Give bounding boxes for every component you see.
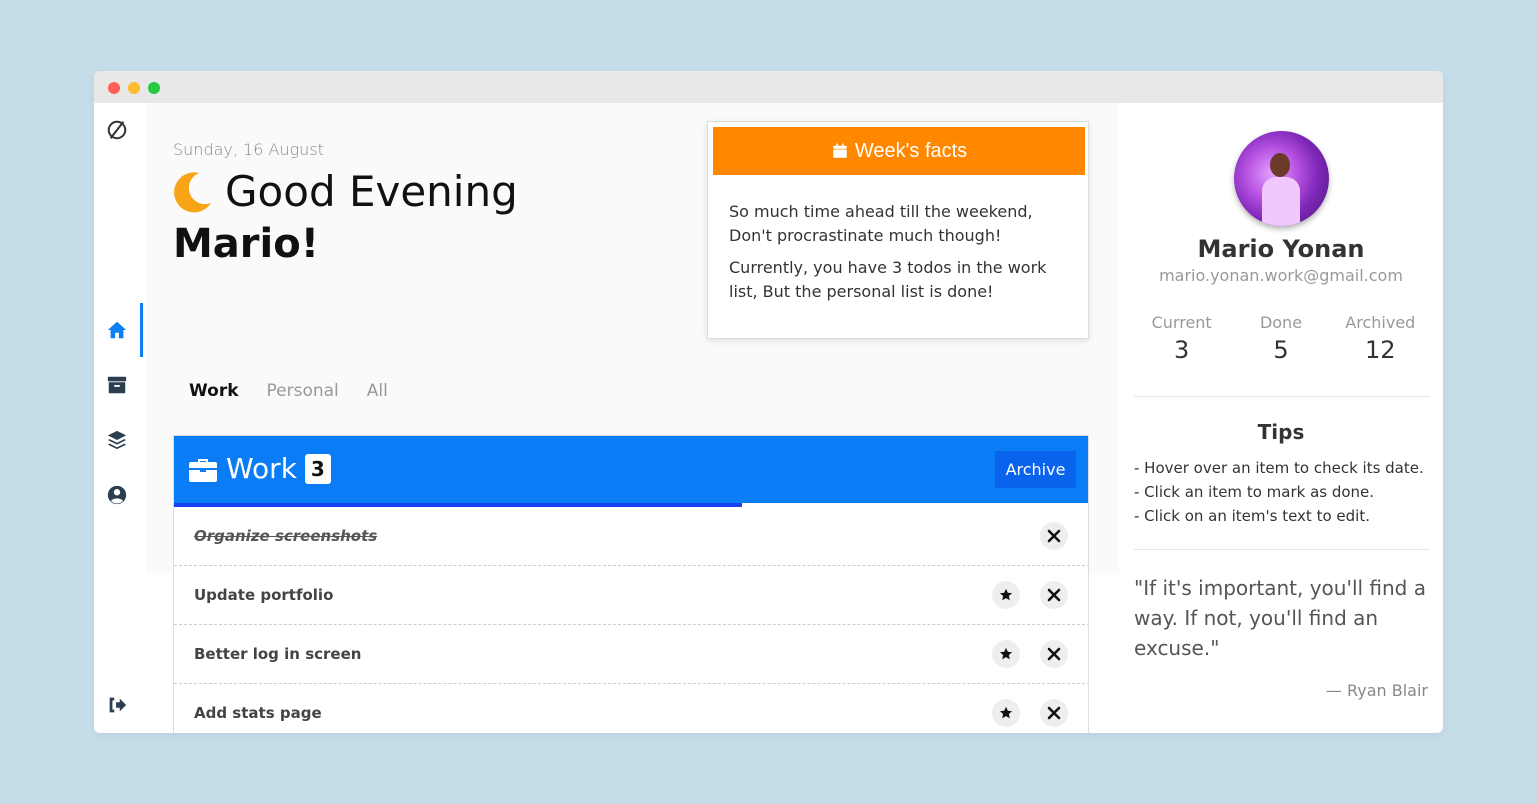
avatar[interactable] [1234, 131, 1329, 226]
todo-text[interactable]: Organize screenshots [194, 527, 377, 545]
list-tabs: Work Personal All [189, 381, 416, 401]
home-icon[interactable] [94, 303, 140, 357]
tab-work[interactable]: Work [189, 381, 239, 401]
weeks-facts-card: Week's facts So much time ahead till the… [707, 121, 1089, 339]
close-window-button[interactable] [108, 82, 120, 94]
profile-name: Mario Yonan [1197, 235, 1365, 263]
todo-row[interactable]: Update portfolio [174, 566, 1088, 625]
minimize-window-button[interactable] [128, 82, 140, 94]
weeks-facts-body: So much time ahead till the weekend, Don… [729, 200, 1069, 312]
todo-row[interactable]: Better log in screen [174, 625, 1088, 684]
work-items: Organize screenshots Update portfolio Be… [174, 507, 1088, 733]
greeting-text: Good Evening [225, 167, 518, 216]
work-list-card: Work 3 Archive Organize screenshots Upda… [173, 435, 1089, 733]
avatar-body [1262, 177, 1300, 226]
stat-done: Done 5 [1231, 313, 1330, 364]
archive-button[interactable]: Archive [995, 451, 1076, 488]
no-symbol-logo-icon[interactable] [94, 103, 140, 157]
close-icon [1047, 529, 1061, 543]
stat-current: Current 3 [1132, 313, 1231, 364]
close-icon [1047, 706, 1061, 720]
stat-value: 12 [1365, 336, 1396, 364]
delete-button[interactable] [1040, 522, 1068, 550]
todo-text[interactable]: Add stats page [194, 704, 322, 722]
moon-icon [174, 171, 211, 212]
greeting-line: Good Evening [173, 167, 518, 216]
tab-personal[interactable]: Personal [267, 381, 339, 401]
profile-email: mario.yonan.work@gmail.com [1159, 266, 1403, 285]
star-icon [999, 588, 1013, 601]
title-bar [94, 71, 1443, 103]
weeks-facts-title: Week's facts [854, 139, 968, 162]
profile-stats: Current 3 Done 5 Archived 12 [1132, 313, 1430, 364]
tab-all[interactable]: All [367, 381, 388, 401]
todo-text[interactable]: Update portfolio [194, 586, 333, 604]
weeks-facts-header: Week's facts [713, 127, 1085, 175]
todo-row[interactable]: Add stats page [174, 684, 1088, 733]
current-date: Sunday, 16 August [173, 140, 324, 159]
sidebar [94, 103, 146, 733]
work-list-title-text: Work [226, 452, 297, 485]
star-button[interactable] [992, 581, 1020, 609]
tip-item: - Click an item to mark as done. [1134, 483, 1375, 501]
tips-list: - Hover over an item to check its date. … [1134, 456, 1424, 528]
sign-out-icon[interactable] [94, 678, 140, 732]
user-circle-icon[interactable] [94, 468, 140, 522]
divider [1134, 396, 1430, 397]
sidebar-active-indicator [140, 303, 143, 357]
archive-icon[interactable] [94, 358, 140, 412]
greeting-name: Mario! [173, 221, 319, 267]
tip-item: - Click on an item's text to edit. [1134, 507, 1370, 525]
app-window: Sunday, 16 August Good Evening Mario! We… [94, 71, 1443, 733]
briefcase-icon [189, 458, 217, 482]
work-count-badge: 3 [304, 453, 331, 484]
stat-label: Current [1151, 313, 1212, 332]
profile-panel: Mario Yonan mario.yonan.work@gmail.com C… [1132, 103, 1430, 733]
layers-icon[interactable] [94, 413, 140, 467]
divider [1134, 549, 1430, 550]
todo-row[interactable]: Organize screenshots [174, 507, 1088, 566]
delete-button[interactable] [1040, 699, 1068, 727]
close-icon [1047, 647, 1061, 661]
stat-label: Done [1259, 313, 1303, 332]
star-button[interactable] [992, 699, 1020, 727]
quote-author: — Ryan Blair [1325, 681, 1428, 700]
work-list-header: Work 3 Archive [174, 436, 1088, 503]
avatar-head [1270, 153, 1290, 177]
tip-item: - Hover over an item to check its date. [1134, 459, 1424, 477]
star-button[interactable] [992, 640, 1020, 668]
delete-button[interactable] [1040, 581, 1068, 609]
quote-text: "If it's important, you'll find a way. I… [1134, 576, 1426, 660]
facts-paragraph: Currently, you have 3 todos in the work … [729, 258, 1047, 301]
stat-value: 5 [1273, 336, 1289, 364]
tips-title: Tips [1257, 420, 1305, 444]
close-icon [1047, 588, 1061, 602]
work-list-title: Work 3 [188, 452, 331, 485]
todo-text[interactable]: Better log in screen [194, 645, 361, 663]
star-icon [999, 647, 1013, 660]
delete-button[interactable] [1040, 640, 1068, 668]
calendar-icon [833, 143, 847, 158]
stat-archived: Archived 12 [1331, 313, 1430, 364]
facts-paragraph: So much time ahead till the weekend, Don… [729, 202, 1033, 245]
maximize-window-button[interactable] [148, 82, 160, 94]
star-icon [999, 706, 1013, 719]
stat-label: Archived [1345, 313, 1416, 332]
stat-value: 3 [1174, 336, 1190, 364]
